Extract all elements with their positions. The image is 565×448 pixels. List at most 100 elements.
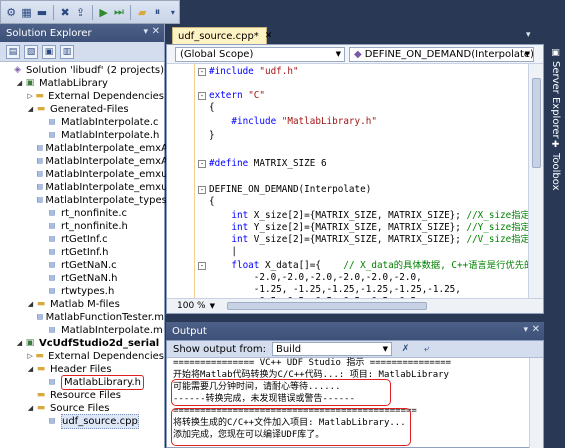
expanded-arrow-icon[interactable]: ◢ [26, 363, 35, 376]
code-line[interactable]: { [209, 102, 215, 114]
file-icon: ▤ [37, 169, 43, 179]
member-dropdown[interactable]: ◆ DEFINE_ON_DEMAND(Interpolate) ▼ [349, 46, 534, 62]
code-line[interactable]: #include "udf.h" [209, 66, 299, 78]
toolbox-tab[interactable]: ✚ Toolbox [548, 140, 563, 191]
tree-item[interactable]: ◢ ▬ Matlab M-files [0, 298, 164, 311]
collapse-toggle[interactable]: - [198, 262, 206, 270]
expanded-arrow-icon[interactable]: ◢ [15, 337, 24, 350]
close-icon[interactable]: ✕ [152, 26, 160, 37]
tree-item[interactable]: ▤ rt_nonfinite.c [0, 207, 164, 220]
tree-item[interactable]: ◈ Solution 'libudf' (2 projects) [0, 64, 164, 77]
tree-item[interactable]: ◢ ▣ MatlabLibrary [0, 77, 164, 90]
code-line[interactable]: } [209, 130, 215, 142]
export-icon[interactable]: ✖ [59, 5, 71, 20]
tree-item[interactable]: ▤ MatlabInterpolate_emxutil [0, 168, 177, 181]
expanded-arrow-icon[interactable]: ◢ [15, 77, 24, 90]
expanded-arrow-icon[interactable]: ◢ [26, 298, 35, 311]
word-wrap-icon[interactable]: ⤶ [419, 342, 434, 357]
zoom-level[interactable]: 100 % [177, 301, 206, 311]
tree-item[interactable]: ▷ ▬ External Dependencies [0, 350, 164, 363]
horizontal-scrollbar-thumb[interactable] [227, 302, 427, 310]
properties-icon[interactable]: ▤ [6, 44, 20, 59]
chevron-down-icon[interactable]: ▼ [210, 302, 215, 310]
bookmark-icon[interactable]: ▬ [36, 5, 48, 20]
code-line[interactable]: int X_size[2]={MATRIX_SIZE, MATRIX_SIZE}… [209, 210, 529, 222]
tree-item[interactable]: ▤ rtwtypes.h [0, 285, 164, 298]
grid-icon[interactable]: ▦ [20, 5, 32, 20]
scope-dropdown[interactable]: (Global Scope) ▼ [175, 46, 345, 62]
tree-item[interactable]: ▤ MatlabInterpolate.c [0, 116, 164, 129]
collapsed-arrow-icon[interactable]: ▷ [26, 90, 34, 103]
close-icon[interactable]: ✕ [532, 324, 540, 335]
upload-icon[interactable]: ⇪ [74, 5, 86, 20]
code-line[interactable]: #include "MatlabLibrary.h" [209, 116, 377, 128]
chevron-down-icon[interactable]: ▾ [526, 30, 531, 40]
collapse-toggle[interactable]: - [198, 68, 206, 76]
tree-item[interactable]: ▤ MatlabInterpolate_emxAPI [0, 155, 177, 168]
play-icon[interactable]: ▶ [97, 5, 109, 20]
code-line[interactable]: int V_size[2]={MATRIX_SIZE, MATRIX_SIZE}… [209, 234, 529, 246]
pin-icon[interactable]: ▾ [523, 325, 528, 335]
tree-item[interactable]: ▤ udf_source.cpp [0, 414, 164, 429]
code-token: extern [209, 90, 249, 101]
code-line[interactable]: float X_data[]={ // X_data的具体数据, C++语言是行… [209, 260, 529, 272]
code-line[interactable]: DEFINE_ON_DEMAND(Interpolate) [209, 184, 371, 196]
output-vertical-scrollbar[interactable] [529, 358, 543, 448]
close-icon[interactable]: ✕ [265, 31, 273, 41]
code-line[interactable]: | [209, 246, 237, 258]
show-all-files-icon[interactable]: ▧ [24, 44, 38, 59]
code-token: // X_data的具体数据, C++语言是行优先的 [343, 260, 529, 271]
code-token: "udf.h" [259, 66, 299, 77]
file-icon: ▤ [49, 260, 55, 270]
code-editor[interactable]: (Global Scope) ▼ ◆ DEFINE_ON_DEMAND(Inte… [166, 44, 544, 314]
tree-item[interactable]: ▤ MatlabInterpolate.h [0, 129, 164, 142]
tree-item[interactable]: ▤ MatlabInterpolate_types.h [0, 194, 176, 207]
tree-item[interactable]: ▤ MatlabInterpolate_emxAPI [0, 142, 177, 155]
tree-item[interactable]: ▤ rtGetInf.h [0, 246, 164, 259]
tab-udf-source[interactable]: udf_source.cpp* ✕ [172, 27, 272, 44]
code-line[interactable]: #define MATRIX_SIZE 6 [209, 158, 327, 170]
tree-item[interactable]: ◢ ▣ VcUdfStudio2d_serial [0, 337, 164, 350]
collapsed-arrow-icon[interactable]: ▷ [26, 350, 34, 363]
pin-icon[interactable]: ▾ [143, 27, 148, 37]
tree-item[interactable]: ◢ ▬ Generated-Files [0, 103, 164, 116]
tree-item[interactable]: ▤ MatlabInterpolate_emxutil [0, 181, 177, 194]
folder-icon[interactable]: ▰ [136, 5, 148, 20]
scrollbar-thumb[interactable] [532, 78, 541, 168]
step-icon[interactable]: ⏭ [113, 5, 125, 20]
tree-item[interactable]: ▤ rt_nonfinite.h [0, 220, 164, 233]
file-icon: ▤ [37, 312, 43, 322]
tree-item[interactable]: ▷ ▬ External Dependencies [0, 90, 164, 103]
server-explorer-tab[interactable]: ▣ Server Explorer [548, 48, 563, 139]
tree-item[interactable]: ▤ rtGetInf.c [0, 233, 164, 246]
output-source-select[interactable]: Build ▼ [271, 342, 392, 356]
code-token: V_size[2]={MATRIX_SIZE, MATRIX_SIZE}; [253, 234, 467, 245]
code-line[interactable]: { [209, 196, 215, 208]
tree-item[interactable]: ▤ MatlabInterpolate.m [0, 324, 164, 337]
code-line[interactable]: int Y_size[2]={MATRIX_SIZE, MATRIX_SIZE}… [209, 222, 529, 234]
code-line[interactable]: -1.25, -1.25,-1.25,-1.25,-1.25,-1.25, [209, 284, 461, 296]
pause-icon[interactable]: ⏸ [151, 5, 163, 20]
collapse-toggle[interactable]: - [198, 92, 206, 100]
refresh-icon[interactable]: ▣ [42, 44, 56, 59]
dropdown-icon[interactable]: ▾ [167, 5, 179, 20]
tree-item[interactable]: ▤ MatlabLibrary.h [0, 375, 164, 390]
tree-item[interactable]: ▤ rtGetNaN.h [0, 272, 164, 285]
editor-vertical-scrollbar[interactable] [528, 64, 543, 299]
build-icon[interactable]: ⚙ [5, 5, 17, 20]
tree-item[interactable]: ▬ Resource Files [0, 389, 164, 402]
tree-item[interactable]: ▤ rtGetNaN.c [0, 259, 164, 272]
expanded-arrow-icon[interactable]: ◢ [26, 103, 35, 116]
view-class-diagram-icon[interactable]: ▥ [60, 44, 74, 59]
code-text-area[interactable]: - #include "udf.h" - extern "C"{ #include "… [167, 64, 529, 299]
code-line[interactable]: -2.0,-2.0,-2.0,-2.0,-2.0,-2.0, [209, 272, 422, 284]
collapse-toggle[interactable]: - [198, 186, 206, 194]
member-value: DEFINE_ON_DEMAND(Interpolate) [364, 48, 534, 60]
collapse-toggle[interactable]: - [198, 160, 206, 168]
solution-icon: ◈ [14, 65, 22, 75]
expanded-arrow-icon[interactable]: ◢ [26, 402, 35, 415]
code-line[interactable]: extern "C" [209, 90, 265, 102]
tree-item[interactable]: ▤ MatlabFunctionTester.m [0, 311, 164, 324]
clear-all-icon[interactable]: ✗ [398, 342, 413, 357]
